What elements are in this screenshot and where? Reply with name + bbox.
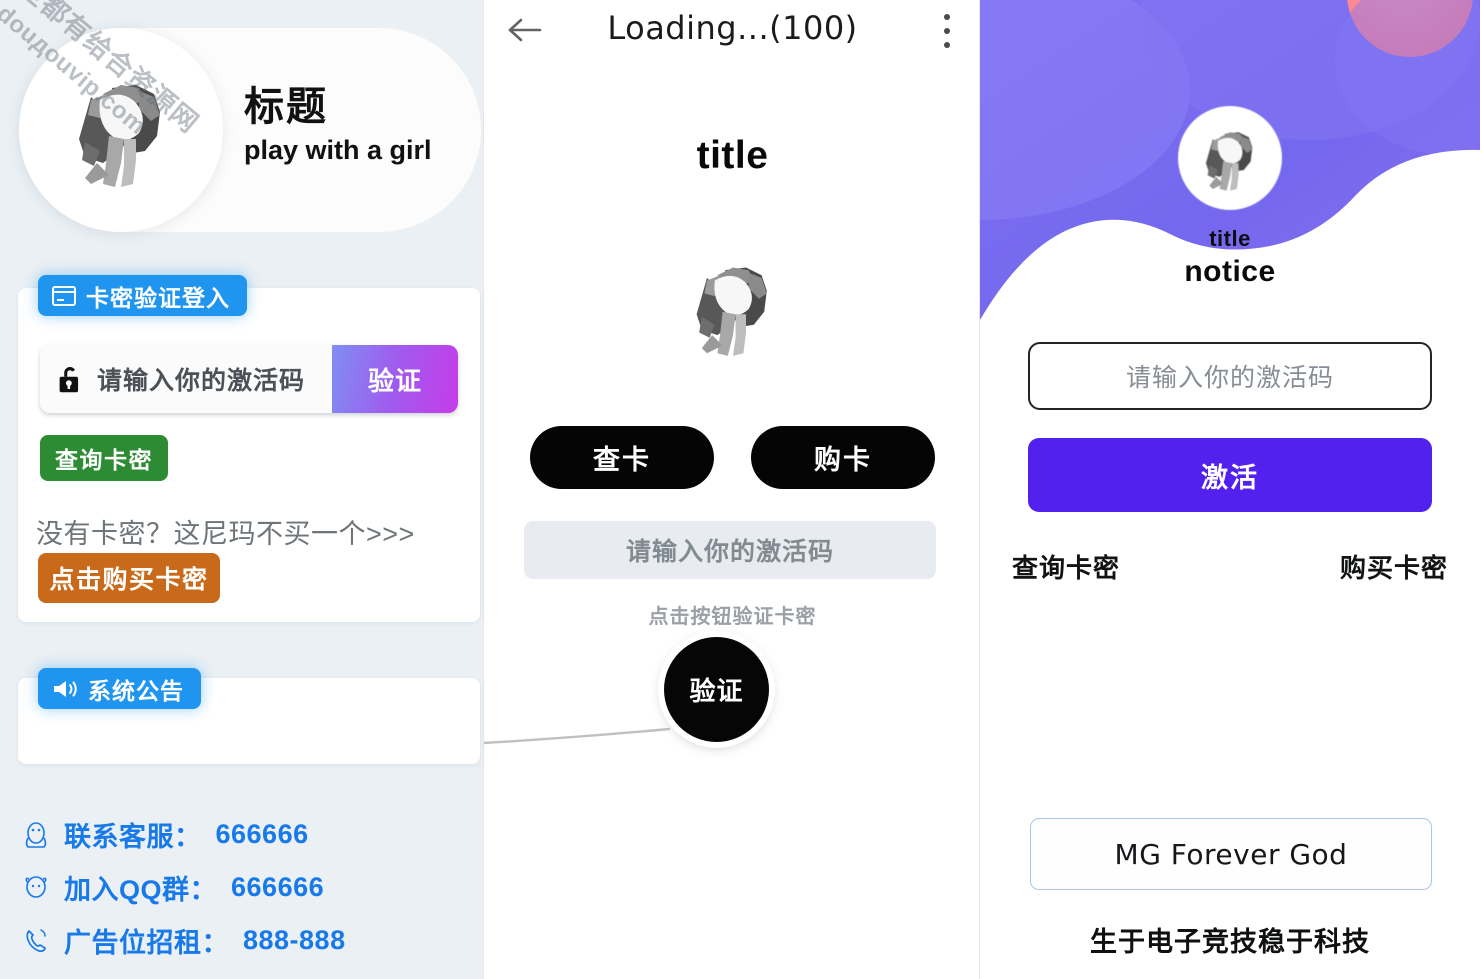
contact-list: 联系客服： 666666 加入QQ群： 666666 广告位招租： 888-88… [22,815,346,960]
speaker-icon [54,680,77,697]
abstract-figure-illustration-icon [79,85,160,187]
mid-topbar: Loading...(100) [484,0,979,60]
buy-card-button[interactable]: 点击购买卡密 [38,553,220,603]
right-panel: title notice 请输入你的激活码 激活 查询卡密 购买卡密 MG Fo… [980,0,1482,979]
buy-card-button-mid[interactable]: 购卡 [751,426,935,489]
contact-service-value: 666666 [215,819,309,849]
mid-button-row: 查卡 购卡 [484,426,979,489]
contact-item-service[interactable]: 联系客服： 666666 [22,815,346,854]
right-activation-code-input[interactable]: 请输入你的激活码 [1028,342,1432,410]
right-query-card-link[interactable]: 查询卡密 [1012,548,1120,585]
page-title: 标题 [244,85,328,129]
qq-penguin-icon [25,821,47,848]
left-panel: 全都有给合资源网 douдouvip.com 标题 play with a gi… [0,0,483,979]
footer-slogan: 生于电子竞技稳于科技 [1090,927,1370,957]
mid-activation-code-input[interactable]: 请输入你的激活码 [524,521,936,579]
right-links-row: 查询卡密 购买卡密 [1012,548,1448,585]
page-subtitle: play with a girl [244,135,432,166]
contact-item-group[interactable]: 加入QQ群： 666666 [22,868,346,907]
contact-ad-label: 广告位招租： [64,928,229,958]
three-panel-screenshot: 全都有给合资源网 douдouvip.com 标题 play with a gi… [0,0,1482,979]
activation-code-placeholder: 请输入你的激活码 [97,367,306,395]
right-buy-card-link[interactable]: 购买卡密 [1340,548,1448,585]
activate-button[interactable]: 激活 [1028,438,1432,512]
contact-item-ad[interactable]: 广告位招租： 888-888 [22,921,346,960]
card-icon [52,285,76,306]
hero-notice: notice [1184,255,1276,288]
middle-panel: Loading...(100) title 查卡 购卡 请输入你的激活码 点击按… [483,0,980,979]
login-section-label: 卡密验证登入 [86,284,230,311]
activation-code-input-row[interactable]: 请输入你的激活码 验证 [40,345,458,413]
contact-group-label: 加入QQ群： [64,875,218,905]
mid-topbar-title: Loading...(100) [607,9,858,47]
kebab-menu-icon[interactable] [943,14,951,48]
contact-group-value: 666666 [231,872,325,902]
hero-header: title notice [980,0,1480,330]
header-banner: 标题 play with a girl [19,28,481,232]
abstract-figure-illustration-icon [1205,132,1253,191]
mid-title: title [696,134,769,177]
notice-section-label: 系统公告 [88,677,184,704]
footer-brand-box[interactable]: MG Forever God [1030,818,1432,890]
hero-title: title [1209,226,1251,251]
phone-icon [26,928,46,952]
qq-group-icon [25,875,47,898]
unlock-icon [59,366,79,393]
query-card-button[interactable]: 查询卡密 [40,435,168,481]
mid-hint-text: 点击按钮验证卡密 [648,606,817,628]
contact-service-label: 联系客服： [64,822,202,852]
activation-code-input[interactable]: 请输入你的激活码 [40,345,332,413]
check-card-button[interactable]: 查卡 [530,426,714,489]
verify-button[interactable]: 验证 [332,345,458,413]
no-card-prompt: 没有卡密？这尼玛不买一个>>> [36,519,415,549]
abstract-figure-illustration-icon [696,267,767,356]
mid-artwork [484,234,979,379]
contact-ad-value: 888-888 [243,925,346,955]
login-section-tag: 卡密验证登入 [38,275,247,316]
mid-verify-button[interactable]: 验证 [664,637,769,742]
avatar [19,28,223,232]
notice-section-tag: 系统公告 [38,668,201,709]
header-text-group: 标题 play with a girl [244,84,432,166]
hero-avatar [1178,106,1282,210]
